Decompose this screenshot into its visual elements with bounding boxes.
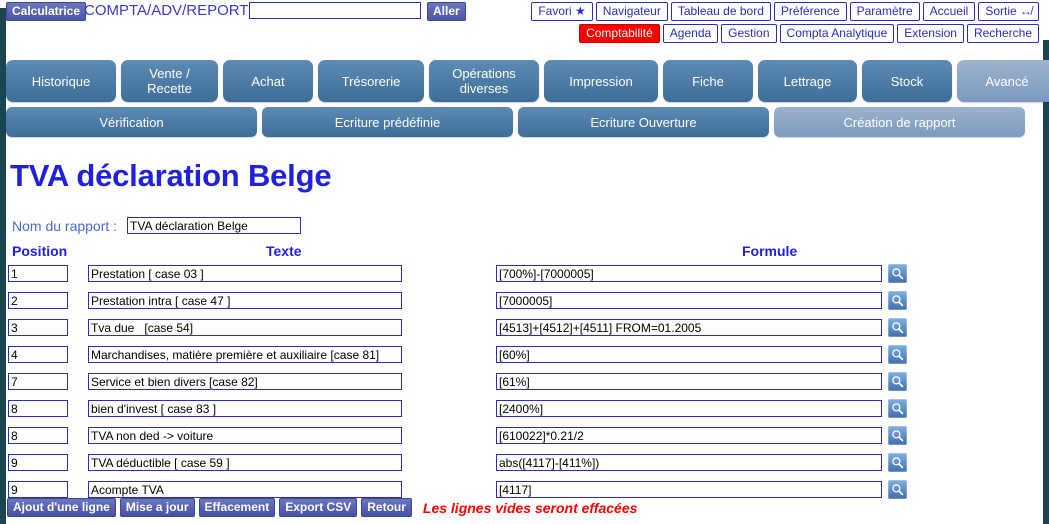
footer-toolbar: Ajout d'une ligne Mise a jour Effacement Ex… (7, 498, 637, 517)
nav-item-tableau-de-bord[interactable]: Tableau de bord (670, 2, 771, 21)
nav-item-sortie[interactable]: Sortie ↮ (978, 2, 1039, 21)
search-icon[interactable] (888, 453, 907, 472)
tab-historique[interactable]: Historique (6, 60, 116, 102)
search-icon[interactable] (888, 399, 907, 418)
top-bar: Calculatrice COMPTA/ADV/REPORT Aller Fav… (0, 0, 1049, 50)
formule-input[interactable] (496, 454, 882, 471)
footer-button-retour[interactable]: Retour (361, 498, 412, 517)
table-row (8, 398, 907, 419)
search-icon[interactable] (888, 372, 907, 391)
search-icon[interactable] (888, 345, 907, 364)
position-input[interactable] (8, 292, 68, 309)
tab-stock[interactable]: Stock (862, 60, 952, 102)
position-input[interactable] (8, 346, 68, 363)
table-row (8, 479, 907, 500)
texte-input[interactable] (88, 319, 402, 336)
position-input[interactable] (8, 481, 68, 498)
page-title: TVA déclaration Belge (10, 158, 332, 193)
search-icon[interactable] (888, 318, 907, 337)
module-tabs-row-1: Historique Vente / Recette Achat Trésorerie… (6, 60, 1049, 102)
formule-input[interactable] (496, 292, 882, 309)
nav-item-extension[interactable]: Extension (897, 24, 964, 43)
column-header-texte: Texte (266, 243, 302, 259)
tab-lettrage[interactable]: Lettrage (758, 60, 857, 102)
footer-button-ajout-d-une-ligne[interactable]: Ajout d'une ligne (7, 498, 116, 517)
column-header-position: Position (12, 243, 68, 259)
calculator-button[interactable]: Calculatrice (6, 2, 87, 21)
tab-cr-ation-de-rapport[interactable]: Création de rapport (774, 107, 1025, 137)
report-name-input[interactable] (127, 217, 301, 234)
texte-input[interactable] (88, 265, 402, 282)
position-input[interactable] (8, 319, 68, 336)
tab-impression[interactable]: Impression (544, 60, 658, 102)
formule-input[interactable] (496, 373, 882, 390)
search-icon[interactable] (888, 291, 907, 310)
texte-input[interactable] (88, 346, 402, 363)
right-rail (1043, 40, 1049, 524)
table-row (8, 425, 907, 446)
formule-input[interactable] (496, 481, 882, 498)
tab-achat[interactable]: Achat (223, 60, 313, 102)
position-input[interactable] (8, 400, 68, 417)
table-row (8, 263, 907, 284)
search-icon[interactable] (888, 264, 907, 283)
empty-lines-note: Les lignes vides seront effacées (422, 499, 638, 516)
nav-item-gestion[interactable]: Gestion (721, 24, 777, 43)
tab-vente-recette[interactable]: Vente / Recette (121, 60, 218, 102)
tab-op-rations-diverses[interactable]: Opérations diverses (429, 60, 539, 102)
footer-button-mise-a-jour[interactable]: Mise a jour (119, 498, 195, 517)
position-input[interactable] (8, 427, 68, 444)
tab-ecriture-pr-d-finie[interactable]: Ecriture prédéfinie (262, 107, 513, 137)
texte-input[interactable] (88, 427, 402, 444)
footer-button-export-csv[interactable]: Export CSV (279, 498, 358, 517)
go-input[interactable] (249, 2, 421, 19)
go-button[interactable]: Aller (427, 2, 466, 21)
footer-button-effacement[interactable]: Effacement (198, 498, 276, 517)
tab-fiche[interactable]: Fiche (663, 60, 753, 102)
formule-input[interactable] (496, 427, 882, 444)
formule-input[interactable] (496, 400, 882, 417)
nav-item-param-tre[interactable]: Paramètre (849, 2, 920, 21)
nav-item-accueil[interactable]: Accueil (922, 2, 976, 21)
table-row (8, 452, 907, 473)
report-name-label: Nom du rapport : (12, 218, 118, 234)
nav-item-compta-analytique[interactable]: Compta Analytique (779, 24, 895, 43)
position-input[interactable] (8, 373, 68, 390)
formule-input[interactable] (496, 346, 882, 363)
nav-item-pr-f-rence[interactable]: Préférence (773, 2, 847, 21)
table-row (8, 317, 907, 338)
top-nav: Favori ★ Navigateur Tableau de bord Préfére… (531, 2, 1039, 46)
module-tabs-row-2: Vérification Ecriture prédéfinie Ecriture … (6, 107, 1025, 137)
formule-input[interactable] (496, 265, 882, 282)
top-nav-row-2: Comptabilité Agenda Gestion Compta Analytiq… (531, 24, 1039, 43)
report-lines-table (8, 263, 907, 506)
table-row (8, 371, 907, 392)
search-icon[interactable] (888, 480, 907, 499)
formule-input[interactable] (496, 319, 882, 336)
tab-v-rification[interactable]: Vérification (6, 107, 257, 137)
texte-input[interactable] (88, 400, 402, 417)
nav-item-comptabilit[interactable]: Comptabilité (579, 24, 660, 43)
texte-input[interactable] (88, 373, 402, 390)
table-row (8, 290, 907, 311)
position-input[interactable] (8, 265, 68, 282)
table-row (8, 344, 907, 365)
top-nav-row-1: Favori ★ Navigateur Tableau de bord Préfére… (531, 2, 1039, 21)
tab-avanc[interactable]: Avancé (957, 60, 1049, 102)
position-input[interactable] (8, 454, 68, 471)
nav-item-recherche[interactable]: Recherche (966, 24, 1039, 43)
search-icon[interactable] (888, 426, 907, 445)
nav-item-favori[interactable]: Favori ★ (531, 2, 593, 21)
texte-input[interactable] (88, 481, 402, 498)
tab-tr-sorerie[interactable]: Trésorerie (318, 60, 424, 102)
tab-ecriture-ouverture[interactable]: Ecriture Ouverture (518, 107, 769, 137)
nav-item-agenda[interactable]: Agenda (662, 24, 719, 43)
column-header-formule: Formule (742, 243, 798, 259)
texte-input[interactable] (88, 292, 402, 309)
nav-item-navigateur[interactable]: Navigateur (595, 2, 668, 21)
texte-input[interactable] (88, 454, 402, 471)
breadcrumb: COMPTA/ADV/REPORT (84, 2, 249, 19)
